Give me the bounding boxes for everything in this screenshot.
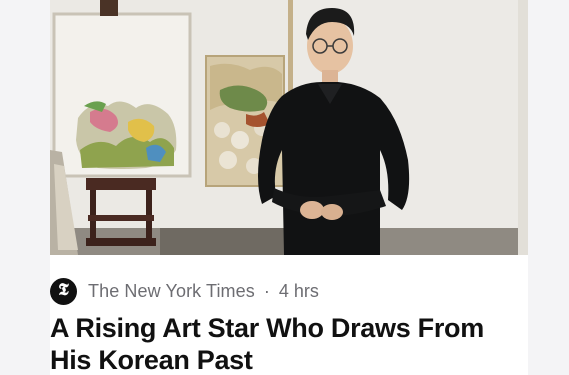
article-meta: 𝕿 The New York Times · 4 hrs	[50, 275, 528, 307]
meta-separator: ·	[263, 280, 270, 301]
article-headline[interactable]: A Rising Art Star Who Draws From His Kor…	[50, 312, 528, 375]
article-card[interactable]: 𝕿 The New York Times · 4 hrs A Rising Ar…	[50, 0, 528, 375]
publisher-name[interactable]: The New York Times	[88, 281, 255, 302]
logo-letter: 𝕿	[58, 280, 69, 300]
publish-time: 4 hrs	[278, 280, 319, 301]
nyt-logo-icon: 𝕿	[50, 277, 77, 305]
article-hero-image[interactable]	[50, 0, 528, 255]
news-feed: 𝕿 The New York Times · 4 hrs A Rising Ar…	[0, 0, 569, 375]
